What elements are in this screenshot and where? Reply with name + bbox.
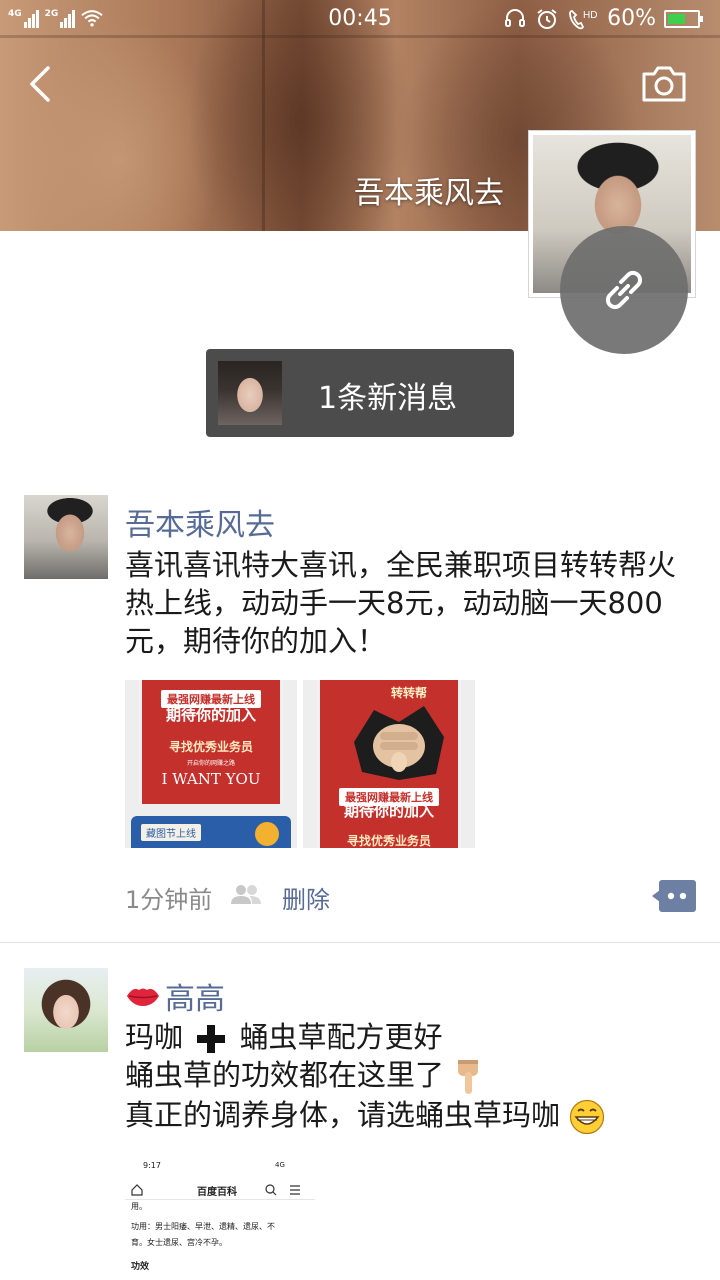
post-timestamp: 1分钟前 [125,886,213,914]
hd-call-icon: HD [569,10,598,29]
lips-icon [127,988,159,1006]
screenshot-text: 功效 [131,1262,150,1272]
post-image[interactable]: 转转帮 最强网赚最新上线 期待你的加入 寻找优秀业务员 [303,680,475,848]
post-text: 玛咖 蛹虫草配方更好 蛹虫草的功效都在这里了 真正的调养身体，请选蛹虫草玛咖 [125,1018,705,1135]
poster-footer: 藏图节上线 [131,816,291,848]
battery-icon [664,9,703,28]
post-text-line: 真正的调养身体，请选蛹虫草玛咖 [125,1096,705,1135]
poster-text: 寻找优秀业务员 [168,740,253,754]
svg-text:HD: HD [583,10,597,21]
comment-more-icon[interactable] [652,880,696,912]
post-text-segment: 蛹虫草配方更好 [239,1020,443,1054]
profile-name: 吾本乘风去 [354,176,504,211]
home-icon [131,1184,143,1196]
poster-text: 转转帮 [390,686,427,700]
back-arrow-icon[interactable] [24,62,60,106]
post-author[interactable]: 高高 [125,974,225,1018]
plus-icon [197,1025,226,1053]
grin-icon [570,1099,605,1135]
friends-icon [231,885,261,904]
screenshot-signal: 4G [275,1161,285,1169]
camera-icon[interactable] [640,64,688,104]
search-icon [265,1184,277,1196]
post-screenshot-image[interactable]: 9:17 4G 百度百科 用。 功用：男士阳痿、早泄、遗精、遗尿、不 育。女士遗… [125,1155,315,1280]
poster-text: I WANT YOU [161,770,261,788]
poster-panel: 转转帮 最强网赚最新上线 期待你的加入 寻找优秀业务员 [317,680,461,848]
new-messages-button[interactable]: 1条新消息 [206,349,514,437]
poster-text: 寻找优秀业务员 [346,834,431,848]
post-text-segment: 蛹虫草的功效都在这里了 [125,1058,445,1092]
battery-level [668,13,685,24]
post-image[interactable]: 最强网赚最新上线 期待你的加入 寻找优秀业务员 开启你的网赚之路 I WANT … [125,680,297,848]
screenshot-text: 育。女士遗尿、宫冷不孕。 [131,1238,227,1247]
new-messages-label: 1条新消息 [318,381,458,416]
post-divider [0,942,720,943]
post-author-label: 高高 [165,982,225,1017]
post-author[interactable]: 吾本乘风去 [125,500,275,544]
new-message-avatar [218,361,282,425]
post-avatar[interactable] [24,495,108,579]
status-icons: HD 60% [503,6,703,31]
post-text-segment: 玛咖 [125,1020,184,1054]
poster-text: 藏图节上线 [141,824,201,841]
poster-text: 开启你的网赚之路 [186,760,235,767]
screenshot-divider [125,1199,315,1200]
poster-panel: 最强网赚最新上线 期待你的加入 寻找优秀业务员 开启你的网赚之路 I WANT … [139,680,283,804]
poster-text: 期待你的加入 [343,802,434,820]
menu-icon [290,1185,300,1195]
status-bar: 4G 2G 00:45 HD 60% [0,0,720,36]
link-icon [605,270,643,310]
poster-text: 期待你的加入 [165,706,256,724]
alarm-icon [537,8,557,29]
poster-badge [255,822,279,846]
headset-icon [505,8,526,27]
post-avatar[interactable] [24,968,108,1052]
screenshot-text: 用。 [131,1202,147,1211]
screenshot-time: 9:17 [143,1161,161,1170]
pointing-hand-image [354,706,444,780]
link-button[interactable] [560,226,688,354]
post-text: 喜讯喜讯特大喜讯，全民兼职项目转转帮火热上线，动动手一天8元，动动脑一天800元… [125,548,677,658]
post-text-line: 蛹虫草的功效都在这里了 [125,1056,705,1096]
battery-percent: 60% [607,6,656,31]
screenshot-text: 功用：男士阳痿、早泄、遗精、遗尿、不 [131,1222,275,1231]
delete-button[interactable]: 删除 [282,880,330,915]
post-text-segment: 真正的调养身体，请选蛹虫草玛咖 [125,1098,561,1132]
screenshot-title: 百度百科 [197,1187,237,1198]
pointing-down-icon [458,1060,479,1094]
post-text-line: 玛咖 蛹虫草配方更好 [125,1018,705,1056]
